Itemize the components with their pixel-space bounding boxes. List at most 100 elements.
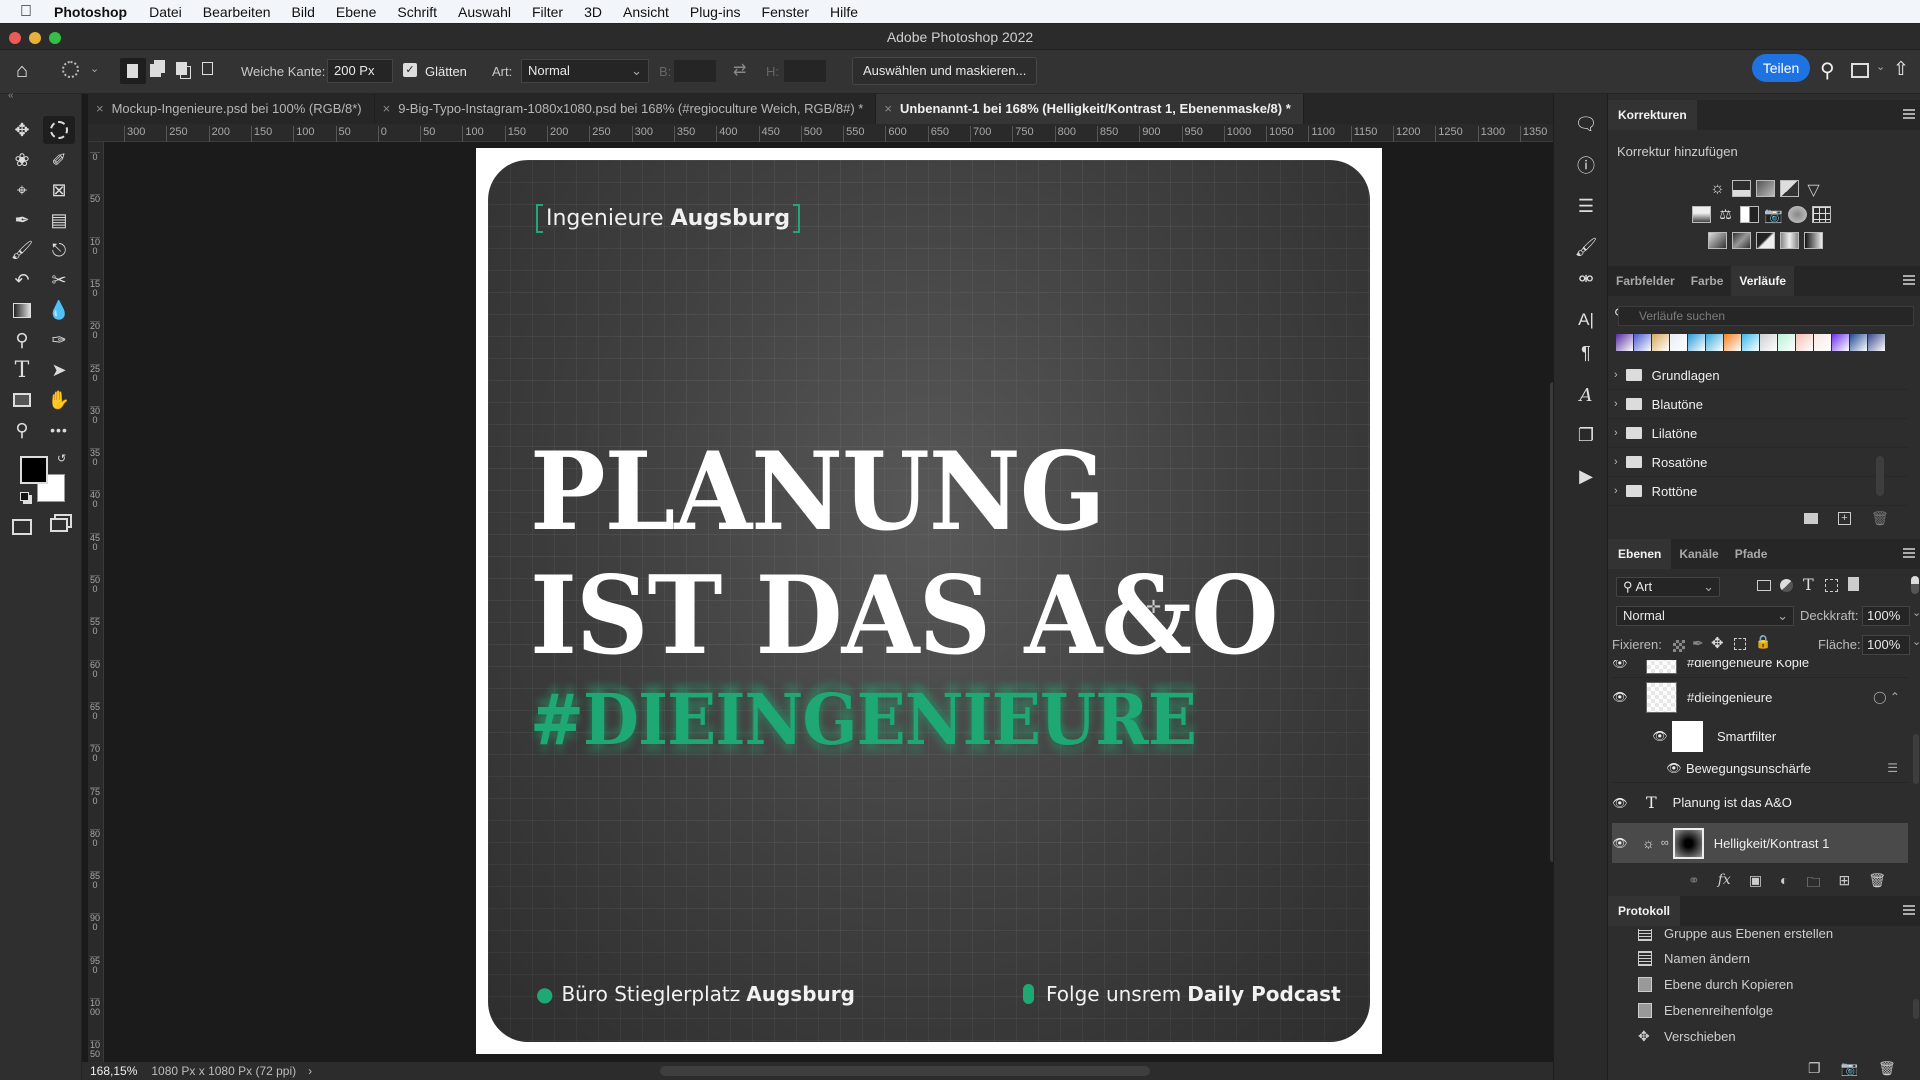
filter-type-icon[interactable]: T xyxy=(1803,575,1814,594)
zoom-level[interactable]: 168,15% xyxy=(90,1064,137,1078)
menu-schrift[interactable]: Schrift xyxy=(397,4,437,20)
color-lookup-icon[interactable] xyxy=(1812,206,1831,223)
visibility-eye-icon[interactable]: 👁 xyxy=(1612,690,1628,704)
select-and-mask-button[interactable]: Auswählen und maskieren... xyxy=(852,57,1038,85)
gradient-map-icon[interactable] xyxy=(1804,232,1823,249)
levels-icon[interactable] xyxy=(1732,180,1751,197)
info-icon[interactable]: ⓘ xyxy=(1568,149,1604,181)
new-layer-icon[interactable]: ⊞ xyxy=(1839,872,1851,896)
layer-row[interactable]: 👁 #dieingenieure Kopie xyxy=(1612,660,1908,678)
gradient-swatch[interactable] xyxy=(1652,334,1669,351)
filter-shape-icon[interactable] xyxy=(1825,579,1838,592)
eraser-tool-icon[interactable]: ✂ xyxy=(43,266,75,294)
share-button[interactable]: Teilen xyxy=(1752,54,1810,82)
properties-icon[interactable]: ☰ xyxy=(1568,190,1604,222)
canvas-area[interactable]: Ingenieure Augsburg PLANUNG IST DAS A&O … xyxy=(104,142,1553,1062)
subtract-from-selection-button[interactable] xyxy=(176,62,187,75)
gradient-swatch[interactable] xyxy=(1634,334,1651,351)
chevron-right-icon[interactable]: › xyxy=(1614,369,1618,381)
character-icon[interactable]: A| xyxy=(1568,304,1604,336)
posterize-icon[interactable] xyxy=(1732,232,1751,249)
foreground-color-swatch[interactable] xyxy=(20,456,48,484)
move-tool-icon[interactable]: ✥ xyxy=(6,116,38,144)
opacity-input[interactable]: 100% xyxy=(1862,606,1910,626)
gradient-swatch[interactable] xyxy=(1724,334,1741,351)
chevron-right-icon[interactable]: › xyxy=(1614,485,1618,497)
new-group-icon[interactable] xyxy=(1804,513,1818,524)
menu-filter[interactable]: Filter xyxy=(532,4,563,20)
glyphs-icon[interactable]: A xyxy=(1568,379,1604,411)
menu-ebene[interactable]: Ebene xyxy=(336,4,376,20)
document-canvas[interactable]: Ingenieure Augsburg PLANUNG IST DAS A&O … xyxy=(476,148,1382,1054)
new-adjustment-layer-icon[interactable]: ◐ xyxy=(1780,872,1788,896)
share-export-icon[interactable]: ⇧ xyxy=(1893,58,1909,81)
photo-filter-icon[interactable]: 📷 xyxy=(1764,206,1783,224)
gradient-folder[interactable]: › Rosatöne xyxy=(1608,448,1908,477)
paragraph-icon[interactable]: ¶ xyxy=(1568,337,1604,369)
clone-stamp-tool-icon[interactable]: ⎋ xyxy=(43,236,75,264)
status-menu-arrow[interactable]: › xyxy=(308,1064,312,1078)
tab-mockup[interactable]: × Mockup-Ingenieure.psd bei 100% (RGB/8*) xyxy=(88,94,375,124)
menu-hilfe[interactable]: Hilfe xyxy=(830,4,858,20)
channel-mixer-icon[interactable] xyxy=(1788,206,1807,223)
home-icon[interactable]: ⌂ xyxy=(16,60,28,83)
lock-position-icon[interactable]: ✥ xyxy=(1711,634,1724,652)
brush-tool-icon[interactable]: 🖌 xyxy=(6,236,38,264)
feather-input[interactable]: 200 Px xyxy=(327,59,393,83)
fx-icon[interactable]: fx xyxy=(1718,872,1731,896)
gradient-swatch[interactable] xyxy=(1778,334,1795,351)
gradient-swatch[interactable] xyxy=(1850,334,1867,351)
delete-icon[interactable]: 🗑 xyxy=(1871,510,1889,527)
layer-row-selected[interactable]: 👁 ☼ ∞ Helligkeit/Kontrast 1 xyxy=(1612,823,1908,863)
tab-protokoll[interactable]: Protokoll xyxy=(1608,896,1681,926)
workspace-icon[interactable] xyxy=(1851,63,1869,78)
menu-ansicht[interactable]: Ansicht xyxy=(623,4,669,20)
gradient-swatch[interactable] xyxy=(1868,334,1885,351)
history-brush-tool-icon[interactable]: ↶ xyxy=(6,266,38,294)
hue-saturation-icon[interactable] xyxy=(1692,206,1711,223)
tab-farbfelder[interactable]: Farbfelder xyxy=(1608,266,1683,296)
lock-artboard-icon[interactable] xyxy=(1734,638,1746,650)
frame-tool-icon[interactable]: ⊠ xyxy=(43,176,75,204)
horizontal-ruler[interactable]: 300 250 200 150 100 50 0 50 100 150 200 250 300 350 40… xyxy=(88,124,1553,142)
menu-plugins[interactable]: Plug-ins xyxy=(690,4,741,20)
gradient-swatch[interactable] xyxy=(1796,334,1813,351)
zoom-tool-icon[interactable]: ⚲ xyxy=(6,416,38,444)
layer-mask-thumbnail[interactable] xyxy=(1672,827,1704,859)
menu-fenster[interactable]: Fenster xyxy=(762,4,809,20)
quick-selection-tool-icon[interactable]: ✐ xyxy=(43,146,75,174)
tool-presets-icon[interactable]: ⚮ xyxy=(1568,263,1604,295)
filter-adjustment-icon[interactable] xyxy=(1780,579,1793,592)
blend-mode-select[interactable]: Normal ⌄ xyxy=(1616,606,1794,626)
rectangle-tool-icon[interactable] xyxy=(6,386,38,414)
collapse-icon[interactable]: « xyxy=(8,90,14,101)
new-document-from-state-icon[interactable]: ❐ xyxy=(1808,1060,1821,1077)
history-item[interactable]: ✥ Verschieben xyxy=(1638,1024,1736,1048)
zoom-window-button[interactable] xyxy=(49,32,61,44)
path-selection-tool-icon[interactable]: ➤ xyxy=(43,356,75,384)
gradient-swatch[interactable] xyxy=(1742,334,1759,351)
tab-verlaeufe[interactable]: Verläufe xyxy=(1731,266,1795,296)
lasso-tool-icon[interactable]: ❀ xyxy=(6,146,38,174)
layer-row-smart-filter[interactable]: 👁 Smartfilter xyxy=(1612,718,1908,754)
gradients-scrollbar[interactable] xyxy=(1876,456,1884,496)
chevron-down-icon[interactable]: ⌄ xyxy=(1912,606,1920,619)
brush-settings-icon[interactable]: 🖌 xyxy=(1568,231,1604,263)
apple-logo-icon[interactable]:  xyxy=(20,3,32,21)
lock-transparent-icon[interactable] xyxy=(1673,640,1685,652)
menu-3d[interactable]: 3D xyxy=(584,4,602,20)
gradient-swatch[interactable] xyxy=(1688,334,1705,351)
menu-auswahl[interactable]: Auswahl xyxy=(458,4,511,20)
gradient-folder[interactable]: › Grundlagen xyxy=(1608,361,1908,390)
curves-icon[interactable] xyxy=(1756,180,1775,197)
height-input[interactable] xyxy=(783,59,827,83)
panel-menu-icon[interactable] xyxy=(1903,548,1915,558)
actions-play-icon[interactable]: ▶ xyxy=(1568,460,1604,492)
black-white-icon[interactable] xyxy=(1740,206,1759,223)
default-colors-icon[interactable] xyxy=(20,492,29,501)
history-item[interactable]: Ebene durch Kopieren xyxy=(1638,972,1793,996)
tab-farbe[interactable]: Farbe xyxy=(1683,266,1732,296)
style-select[interactable]: Normal ⌄ xyxy=(521,59,649,83)
tab-kanaele[interactable]: Kanäle xyxy=(1671,539,1726,569)
tab-ebenen[interactable]: Ebenen xyxy=(1608,539,1672,569)
